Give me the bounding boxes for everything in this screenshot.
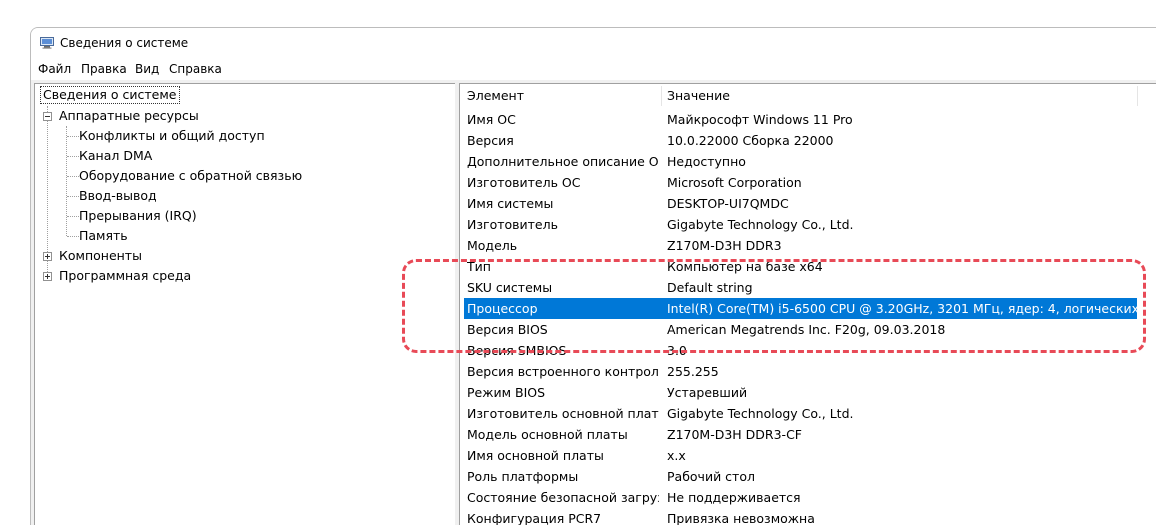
cell-value: 255.255 [667,364,719,379]
cell-item: Модель [467,238,518,253]
cell-value: DESKTOP-UI7QMDC [667,196,789,211]
tree-item-software-environment[interactable]: Программная среда [59,266,191,286]
menu-view[interactable]: Вид [135,62,159,76]
cell-value: Устаревший [667,385,748,400]
table-row[interactable]: Конфигурация PCR7 Привязка невозможна [464,508,1137,525]
menu-edit[interactable]: Правка [81,62,127,76]
cell-value: Не поддерживается [667,490,801,505]
expand-icon[interactable] [43,252,52,261]
cell-item: Роль платформы [467,469,579,484]
cell-value: Майкрософт Windows 11 Pro [667,112,853,127]
tree-guide-line [66,126,67,236]
table-row[interactable]: Процессор Intel(R) Core(TM) i5-6500 CPU @… [464,298,1137,319]
table-row[interactable]: Модель Z170M-D3H DDR3 [464,235,1137,256]
title-bar[interactable]: Сведения о системе [31,28,1156,58]
table-row[interactable]: Версия встроенного контролл... 255.255 [464,361,1137,382]
expand-icon[interactable] [43,272,52,281]
tree-guide-line [47,106,48,276]
table-row[interactable]: Имя ОС Майкрософт Windows 11 Pro [464,109,1137,130]
table-row[interactable]: Тип Компьютер на базе x64 [464,256,1137,277]
tree-item-conflicts[interactable]: Конфликты и общий доступ [79,126,265,146]
column-separator[interactable] [661,86,662,106]
collapse-icon[interactable] [43,112,52,121]
category-tree[interactable]: Сведения о системе Аппаратные ресурсы Ко… [34,83,456,525]
cell-item: Изготовитель ОС [467,175,581,190]
tree-guide-line [67,156,79,157]
content-area: Сведения о системе Аппаратные ресурсы Ко… [31,80,1156,525]
tree-guide-line [67,136,79,137]
cell-value: Default string [667,280,753,295]
cell-value: Intel(R) Core(TM) i5-6500 CPU @ 3.20GHz,… [667,301,1137,316]
cell-value: Z170M-D3H DDR3 [667,238,782,253]
tree-item-system-summary[interactable]: Сведения о системе [40,86,180,104]
tree-guide-line [67,216,79,217]
cell-item: Версия BIOS [467,322,548,337]
tree-item-forced-hardware[interactable]: Оборудование с обратной связью [79,166,302,186]
menu-file[interactable]: Файл [38,62,71,76]
table-row[interactable]: Имя основной платы x.x [464,445,1137,466]
cell-value: Рабочий стол [667,469,755,484]
column-header-item[interactable]: Элемент [467,84,524,108]
column-header-value[interactable]: Значение [667,84,730,108]
list-header: Элемент Значение [460,84,1156,108]
cell-item: Имя ОС [467,112,516,127]
cell-item: Конфигурация PCR7 [467,511,602,525]
cell-item: Имя системы [467,196,554,211]
cell-value: 10.0.22000 Сборка 22000 [667,133,834,148]
tree-guide-line [67,236,79,237]
table-row[interactable]: Режим BIOS Устаревший [464,382,1137,403]
cell-item: SKU системы [467,280,553,295]
cell-item: Процессор [467,301,538,316]
column-separator[interactable] [1137,86,1138,106]
tree-item-components[interactable]: Компоненты [59,246,142,266]
cell-item: Дополнительное описание ОС [467,154,659,169]
cell-item: Изготовитель [467,217,558,232]
window-title: Сведения о системе [60,36,189,50]
tree-guide-line [67,196,79,197]
table-row[interactable]: Версия 10.0.22000 Сборка 22000 [464,130,1137,151]
cell-item: Изготовитель основной платы [467,406,659,421]
table-row[interactable]: Состояние безопасной загруз... Не поддерж… [464,487,1137,508]
table-row[interactable]: Версия BIOS American Megatrends Inc. F20g… [464,319,1137,340]
cell-item: Версия [467,133,514,148]
cell-value: Привязка невозможна [667,511,815,525]
tree-item-io[interactable]: Ввод-вывод [79,186,157,206]
table-row[interactable]: Версия SMBIOS 3.0 [464,340,1137,361]
table-row[interactable]: SKU системы Default string [464,277,1137,298]
table-row[interactable]: Модель основной платы Z170M-D3H DDR3-CF [464,424,1137,445]
cell-item: Состояние безопасной загруз... [467,490,659,505]
cell-value: Gigabyte Technology Co., Ltd. [667,406,854,421]
cell-value: 3.0 [667,343,687,358]
menu-help[interactable]: Справка [169,62,222,76]
table-row[interactable]: Имя системы DESKTOP-UI7QMDC [464,193,1137,214]
cell-value: Компьютер на базе x64 [667,259,823,274]
cell-item: Версия SMBIOS [467,343,567,358]
cell-value: Gigabyte Technology Co., Ltd. [667,217,854,232]
tree-guide-line [67,176,79,177]
table-row[interactable]: Изготовитель ОС Microsoft Corporation [464,172,1137,193]
cell-value: American Megatrends Inc. F20g, 09.03.201… [667,322,946,337]
tree-item-dma[interactable]: Канал DMA [79,146,152,166]
system-info-window: Сведения о системе Файл Правка Вид Справ… [30,27,1156,525]
tree-item-memory[interactable]: Память [79,226,128,246]
cell-item: Модель основной платы [467,427,628,442]
cell-item: Имя основной платы [467,448,604,463]
system-info-icon [40,37,54,49]
tree-item-irq[interactable]: Прерывания (IRQ) [79,206,197,226]
cell-value: Недоступно [667,154,746,169]
table-row[interactable]: Дополнительное описание ОС Недоступно [464,151,1137,172]
table-row[interactable]: Изготовитель основной платы Gigabyte Tech… [464,403,1137,424]
cell-value: Microsoft Corporation [667,175,802,190]
table-row[interactable]: Роль платформы Рабочий стол [464,466,1137,487]
table-row[interactable]: Изготовитель Gigabyte Technology Co., Ltd… [464,214,1137,235]
cell-item: Версия встроенного контролл... [467,364,659,379]
cell-value: x.x [667,448,686,463]
menu-bar: Файл Правка Вид Справка [31,58,1156,80]
details-list[interactable]: Элемент Значение Имя ОС Майкрософт Window… [459,83,1156,525]
cell-item: Тип [467,259,491,274]
tree-item-hardware-resources[interactable]: Аппаратные ресурсы [59,106,199,126]
cell-value: Z170M-D3H DDR3-CF [667,427,802,442]
cell-item: Режим BIOS [467,385,546,400]
